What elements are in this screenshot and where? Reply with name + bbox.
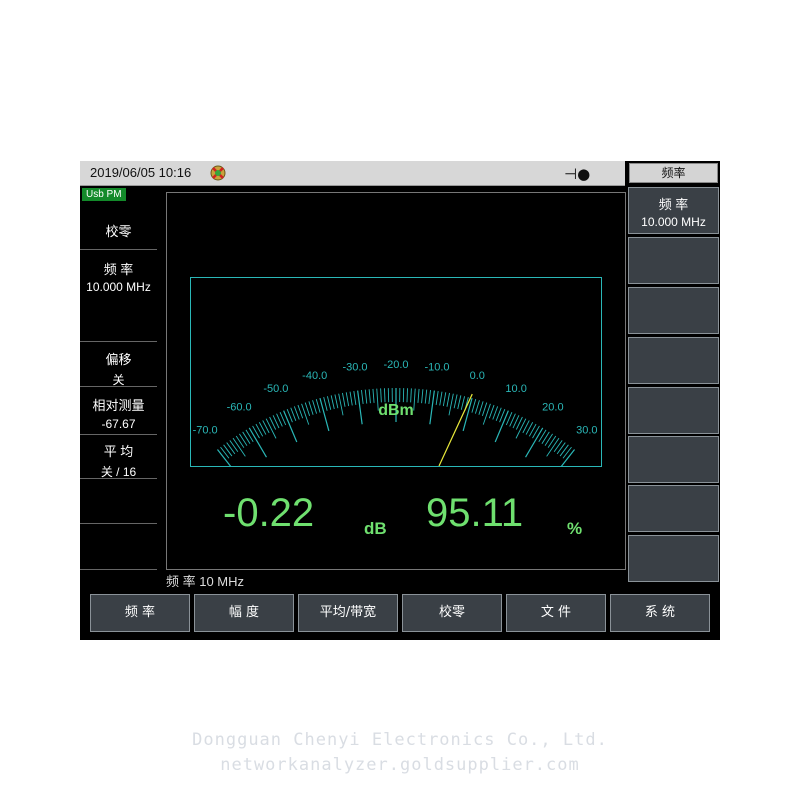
divider bbox=[80, 341, 157, 342]
offset-label: 偏移 bbox=[105, 352, 132, 367]
menu-system-button[interactable]: 系 统 bbox=[610, 594, 710, 632]
meter-tick bbox=[226, 442, 236, 455]
datetime: 2019/06/05 10:16 bbox=[90, 165, 192, 180]
meter-scale-label: 10.0 bbox=[505, 383, 526, 395]
softkey-5[interactable] bbox=[628, 387, 719, 434]
softkey-frequency-label: 频 率 bbox=[658, 197, 689, 212]
softkey-8[interactable] bbox=[628, 535, 719, 582]
softkey-frequency-value: 10.000 MHz bbox=[641, 215, 706, 229]
freq-label: 频 率 bbox=[103, 262, 134, 277]
meter-tick bbox=[556, 442, 566, 455]
measurement-display: -70.0 -60.0 -50.0 -40.0 -30.0 -20.0 -10.0 0.0 10… bbox=[166, 192, 626, 570]
meter-tick bbox=[372, 388, 375, 403]
softkey-2[interactable] bbox=[628, 237, 719, 284]
percent-unit: % bbox=[567, 519, 583, 538]
menu-zero-button[interactable]: 校零 bbox=[402, 594, 502, 632]
softkey-title: 频率 bbox=[629, 163, 718, 183]
meter-scale-label: -50.0 bbox=[263, 383, 288, 395]
softkey-7[interactable] bbox=[628, 485, 719, 532]
bottom-menu: 频 率 幅 度 平均/带宽 校零 文 件 系 统 bbox=[80, 587, 720, 640]
meter-tick bbox=[384, 388, 386, 403]
menu-frequency-button[interactable]: 频 率 bbox=[90, 594, 190, 632]
meter-tick bbox=[553, 440, 563, 453]
db-unit: dB bbox=[364, 519, 387, 538]
meter-scale-label: -70.0 bbox=[193, 425, 218, 437]
meter-scale-label: -20.0 bbox=[383, 359, 408, 371]
menu-average-bandwidth-button[interactable]: 平均/带宽 bbox=[298, 594, 398, 632]
meter-tick bbox=[380, 388, 382, 403]
divider bbox=[80, 434, 157, 435]
meter-tick bbox=[544, 433, 553, 446]
softkey-3[interactable] bbox=[628, 287, 719, 334]
meter-tick bbox=[220, 446, 230, 459]
meter-unit: dBm bbox=[378, 402, 414, 419]
average-item[interactable]: 平 均 关 / 16 bbox=[80, 441, 157, 480]
meter-tick bbox=[525, 427, 544, 458]
signal-status-icon bbox=[210, 165, 226, 181]
power-plug-icon: ⊣● bbox=[564, 165, 591, 183]
analog-meter: -70.0-60.0-50.0-40.0-30.0 -20.0 -10.00.010… bbox=[193, 359, 598, 477]
softkey-4[interactable] bbox=[628, 337, 719, 384]
meter-tick bbox=[406, 388, 408, 403]
relative-item[interactable]: 相对测量 -67.67 bbox=[80, 395, 157, 431]
softkey-frequency[interactable]: 频 率 10.000 MHz bbox=[628, 187, 719, 234]
relative-value: -67.67 bbox=[101, 417, 136, 431]
softkey-6[interactable] bbox=[628, 436, 719, 483]
analog-meter-frame: -70.0 -60.0 -50.0 -40.0 -30.0 -20.0 -10.0 0.0 10… bbox=[190, 277, 602, 477]
meter-scale-label: -40.0 bbox=[302, 370, 327, 382]
instrument-screen: 2019/06/05 10:16 ⊣● Usb PM 校零 频 率 10.000… bbox=[80, 161, 720, 640]
meter-scale-label: 30.0 bbox=[576, 425, 597, 437]
meter-scale-label: 0.0 bbox=[470, 370, 485, 382]
freq-value: 10.000 MHz bbox=[86, 280, 151, 294]
meter-tick bbox=[216, 449, 239, 477]
divider bbox=[80, 569, 157, 570]
meter-tick bbox=[223, 444, 233, 457]
percent-readout: 95.11 bbox=[426, 491, 524, 535]
meter-scale-label: -10.0 bbox=[424, 362, 449, 374]
meter-tick bbox=[248, 427, 267, 458]
divider bbox=[80, 249, 157, 250]
offset-item[interactable]: 偏移 关 bbox=[80, 349, 157, 388]
meter-tick bbox=[515, 418, 527, 439]
left-panel: 校零 频 率 10.000 MHz 偏移 关 相对测量 -67.67 平 均 关… bbox=[80, 201, 157, 599]
relative-label: 相对测量 bbox=[92, 398, 145, 413]
meter-tick bbox=[559, 444, 569, 457]
meter-tick bbox=[547, 435, 557, 448]
menu-file-button[interactable]: 文 件 bbox=[506, 594, 606, 632]
freq-item[interactable]: 频 率 10.000 MHz bbox=[80, 259, 157, 294]
zero-item[interactable]: 校零 bbox=[80, 221, 157, 240]
db-readout: -0.22 bbox=[223, 491, 315, 535]
meter-tick bbox=[541, 431, 550, 444]
meter-tick bbox=[410, 388, 412, 403]
softkey-panel: 频率 频 率 10.000 MHz bbox=[627, 161, 720, 583]
meter-tick bbox=[239, 433, 248, 446]
avg-label: 平 均 bbox=[103, 444, 134, 459]
meter-tick bbox=[417, 388, 420, 403]
meter-tick bbox=[242, 431, 251, 444]
status-bar: 2019/06/05 10:16 ⊣● bbox=[80, 161, 625, 186]
meter-tick bbox=[553, 449, 576, 477]
watermark-company: Dongguan Chenyi Electronics Co., Ltd. bbox=[192, 730, 608, 750]
divider bbox=[80, 386, 157, 387]
usb-pm-badge: Usb PM bbox=[82, 188, 126, 201]
menu-amplitude-button[interactable]: 幅 度 bbox=[194, 594, 294, 632]
zero-label: 校零 bbox=[105, 224, 132, 239]
divider bbox=[80, 523, 157, 524]
meter-tick bbox=[562, 446, 572, 459]
meter-tick bbox=[229, 440, 239, 453]
meter-tick bbox=[265, 418, 277, 439]
meter-tick bbox=[235, 435, 245, 448]
divider bbox=[80, 478, 157, 479]
meter-scale-label: -30.0 bbox=[342, 362, 367, 374]
watermark-url: networkanalyzer.goldsupplier.com bbox=[220, 755, 580, 775]
